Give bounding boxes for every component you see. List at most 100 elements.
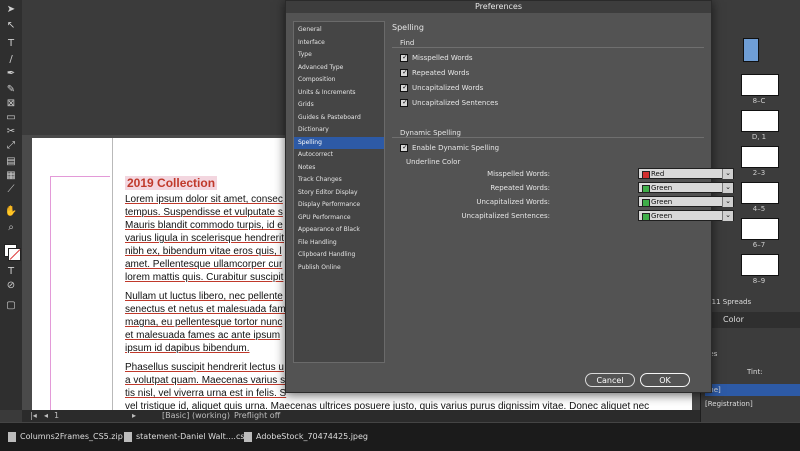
page-thumbnail[interactable] <box>741 182 779 204</box>
color-swatch <box>642 213 650 221</box>
underline-row-label: Misspelled Words: <box>487 170 550 178</box>
page-label: 6–7 <box>752 241 766 249</box>
preflight-status[interactable]: Preflight off <box>234 410 280 422</box>
rectangle-frame-tool-icon[interactable]: ⊠ <box>3 98 19 110</box>
eyedropper-tool-icon[interactable]: ⟋ <box>3 184 19 196</box>
checkbox[interactable] <box>400 143 409 152</box>
status-bar: |◂ ◂ 1 ▸ [Basic] (working) Preflight off <box>22 410 700 422</box>
category-item-display-performance[interactable]: Display Performance <box>294 199 384 211</box>
master-thumbnail[interactable] <box>743 38 759 62</box>
download-item[interactable]: AdobeStock_70474425.jpeg <box>244 431 368 443</box>
tools-panel: ➤ ↖ T / ✒ ✎ ⊠ ▭ ✂ ⤢ ▤ ▦ ⟋ ✋ ⌕ T ⊘ ▢ <box>0 0 23 410</box>
line-tool-icon[interactable]: / <box>3 54 19 66</box>
next-page-icon[interactable]: ▸ <box>132 410 136 422</box>
category-item-general[interactable]: General <box>294 24 384 36</box>
tab-color[interactable]: Color <box>723 312 744 328</box>
direct-selection-tool-icon[interactable]: ↖ <box>3 20 19 32</box>
download-item[interactable]: Columns2Frames_CS5.zip <box>8 431 123 443</box>
previous-page-icon[interactable]: ◂ <box>44 410 48 422</box>
stroke-swatch[interactable] <box>8 248 21 261</box>
first-page-icon[interactable]: |◂ <box>30 410 37 422</box>
cancel-button[interactable]: Cancel <box>585 373 635 387</box>
category-item-publish-online[interactable]: Publish Online <box>294 262 384 274</box>
underline-row-repeated: Repeated Words: Green ⌄ <box>392 182 734 194</box>
check-label: Enable Dynamic Spelling <box>412 144 500 152</box>
chevron-down-icon[interactable]: ⌄ <box>722 183 733 193</box>
category-item-type[interactable]: Type <box>294 49 384 61</box>
page-thumbnail[interactable] <box>741 110 779 132</box>
chevron-down-icon[interactable]: ⌄ <box>722 169 733 179</box>
scissors-tool-icon[interactable]: ✂ <box>3 126 19 138</box>
check-label: Repeated Words <box>412 69 470 77</box>
pencil-tool-icon[interactable]: ✎ <box>3 84 19 96</box>
dynamic-spelling-label: Dynamic Spelling <box>400 129 462 137</box>
category-item-advanced-type[interactable]: Advanced Type <box>294 62 384 74</box>
selection-tool-icon[interactable]: ➤ <box>3 4 19 16</box>
category-item-notes[interactable]: Notes <box>294 162 384 174</box>
screen-mode-icon[interactable]: ▢ <box>3 300 19 312</box>
color-swatch <box>642 171 650 179</box>
swatch-row-selected[interactable]: one] <box>705 384 800 396</box>
swatch-row-registration[interactable]: [Registration] <box>705 398 800 410</box>
color-swatch <box>642 199 650 207</box>
pen-tool-icon[interactable]: ✒ <box>3 68 19 80</box>
hand-tool-icon[interactable]: ✋ <box>3 206 19 218</box>
checkbox[interactable] <box>400 83 409 92</box>
category-item-file-handling[interactable]: File Handling <box>294 237 384 249</box>
dialog-title[interactable]: Preferences <box>286 1 711 13</box>
underline-row-uncapitalized-sentences: Uncapitalized Sentences: Green ⌄ <box>392 210 734 222</box>
color-select[interactable]: Green ⌄ <box>638 196 734 207</box>
find-group-label: Find <box>400 39 415 47</box>
page-label: 2–3 <box>752 169 766 177</box>
checkbox[interactable] <box>400 53 409 62</box>
note-tool-icon[interactable]: ▦ <box>3 170 19 182</box>
type-tool-icon[interactable]: T <box>3 38 19 50</box>
category-item-track-changes[interactable]: Track Changes <box>294 174 384 186</box>
free-transform-tool-icon[interactable]: ⤢ <box>3 140 19 152</box>
rectangle-tool-icon[interactable]: ▭ <box>3 112 19 124</box>
column-guide <box>50 176 51 410</box>
select-value: Green <box>651 212 673 220</box>
formatting-container-icon[interactable]: T <box>3 266 19 278</box>
chevron-down-icon[interactable]: ⌄ <box>722 197 733 207</box>
chevron-down-icon[interactable]: ⌄ <box>722 211 733 221</box>
zoom-tool-icon[interactable]: ⌕ <box>3 222 19 234</box>
underline-color-label: Underline Color <box>406 158 461 166</box>
color-select[interactable]: Red ⌄ <box>638 168 734 179</box>
underline-row-label: Uncapitalized Words: <box>476 198 550 206</box>
color-select[interactable]: Green ⌄ <box>638 210 734 221</box>
dynamic-spelling-group: Enable Dynamic Spelling Underline Color … <box>392 137 734 236</box>
find-group: Misspelled Words Repeated Words Uncapita… <box>392 47 704 116</box>
page-thumbnail[interactable] <box>741 254 779 276</box>
category-item-guides-pasteboard[interactable]: Guides & Pasteboard <box>294 112 384 124</box>
underline-row-uncapitalized-words: Uncapitalized Words: Green ⌄ <box>392 196 734 208</box>
category-item-autocorrect[interactable]: Autocorrect <box>294 149 384 161</box>
category-item-appearance-of-black[interactable]: Appearance of Black <box>294 224 384 236</box>
gradient-tool-icon[interactable]: ▤ <box>3 156 19 168</box>
ok-button[interactable]: OK <box>640 373 690 387</box>
category-item-interface[interactable]: Interface <box>294 37 384 49</box>
category-item-dictionary[interactable]: Dictionary <box>294 124 384 136</box>
checkbox[interactable] <box>400 98 409 107</box>
category-item-units-increments[interactable]: Units & Increments <box>294 87 384 99</box>
category-item-gpu-performance[interactable]: GPU Performance <box>294 212 384 224</box>
category-item-clipboard-handling[interactable]: Clipboard Handling <box>294 249 384 261</box>
color-select[interactable]: Green ⌄ <box>638 182 734 193</box>
category-item-story-editor-display[interactable]: Story Editor Display <box>294 187 384 199</box>
category-item-spelling[interactable]: Spelling <box>294 136 384 149</box>
category-item-composition[interactable]: Composition <box>294 74 384 86</box>
select-value: Green <box>651 198 673 206</box>
checkbox[interactable] <box>400 68 409 77</box>
page-thumbnail[interactable] <box>741 74 779 96</box>
category-list[interactable]: General Interface Type Advanced Type Composi… <box>293 21 385 363</box>
check-label: Uncapitalized Words <box>412 84 484 92</box>
category-item-grids[interactable]: Grids <box>294 99 384 111</box>
check-label: Uncapitalized Sentences <box>412 99 499 107</box>
page-number-field[interactable]: 1 <box>54 410 59 422</box>
apply-none-icon[interactable]: ⊘ <box>3 280 19 292</box>
margin-guide <box>50 176 110 177</box>
download-item[interactable]: statement-Daniel Walt....csv <box>124 431 249 443</box>
page-thumbnail[interactable] <box>741 146 779 168</box>
file-icon <box>244 431 252 442</box>
page-thumbnail[interactable] <box>741 218 779 240</box>
